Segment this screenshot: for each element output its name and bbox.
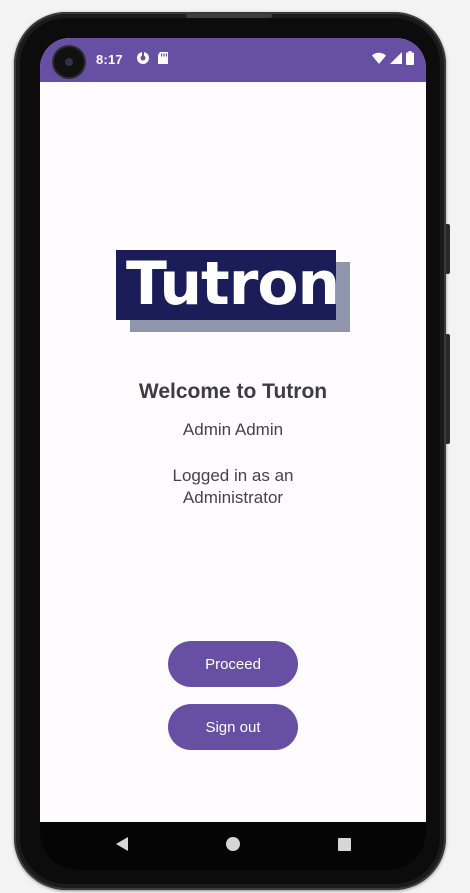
logo-text: Tutron <box>126 249 340 319</box>
sd-card-icon <box>157 51 169 69</box>
back-icon[interactable] <box>112 834 132 854</box>
status-bar: 8:17 <box>40 38 426 82</box>
status-icons <box>372 51 414 69</box>
tutron-logo: Tutron <box>116 249 350 332</box>
app-screen: 8:17 Tutron Welcome to Tutron Admin Admi… <box>40 38 426 822</box>
emulator-frame: 8:17 Tutron Welcome to Tutron Admin Admi… <box>0 0 470 893</box>
signal-icon <box>390 51 402 69</box>
home-icon[interactable] <box>223 834 243 854</box>
navigation-bar <box>40 822 426 870</box>
user-name: Admin Admin <box>182 420 284 439</box>
role-text: Logged in as an Administrator <box>172 466 294 507</box>
sign-out-button[interactable]: Sign out <box>168 704 298 750</box>
welcome-title: Welcome to Tutron <box>138 380 328 403</box>
battery-icon <box>406 51 414 69</box>
power-button <box>446 334 450 444</box>
proceed-button[interactable]: Proceed <box>168 641 298 687</box>
privacy-indicator-icon <box>136 51 150 69</box>
volume-button <box>446 224 450 274</box>
wifi-icon <box>372 51 386 69</box>
status-time: 8:17 <box>96 52 123 67</box>
front-camera <box>54 47 84 77</box>
recents-icon[interactable] <box>334 834 354 854</box>
logo-box: Tutron <box>116 249 340 320</box>
